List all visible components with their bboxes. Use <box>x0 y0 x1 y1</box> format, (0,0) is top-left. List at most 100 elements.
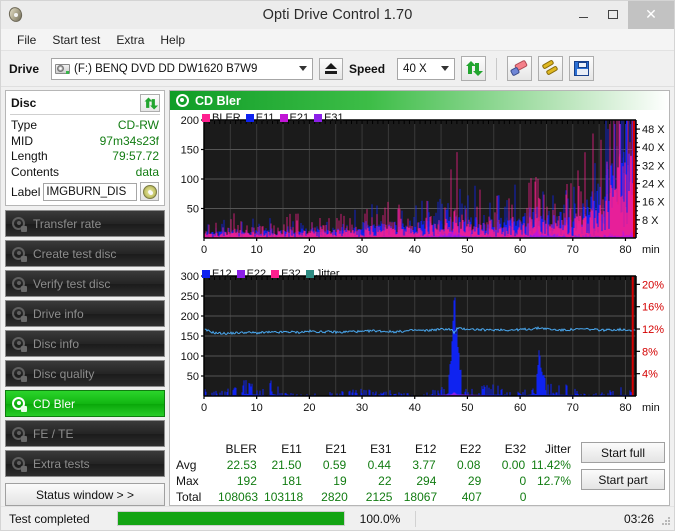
sidebar-item-extra-tests[interactable]: Extra tests <box>5 450 165 477</box>
status-message: Test completed <box>9 511 90 526</box>
progress-bar <box>117 511 345 526</box>
sidebar-item-transfer-rate[interactable]: Transfer rate <box>5 210 165 237</box>
start-full-button[interactable]: Start full <box>581 442 665 463</box>
sidebar-item-disc-quality[interactable]: Disc quality <box>5 360 165 387</box>
sidebar-item-label: CD Bler <box>33 396 76 411</box>
disc-icon <box>12 216 27 232</box>
menu-item-help[interactable]: Help <box>152 31 193 49</box>
legend-label: E32 <box>281 268 301 280</box>
sidebar-item-disc-info[interactable]: Disc info <box>5 330 165 357</box>
status-bar: Test completed 100.0% 03:26 <box>1 506 674 530</box>
legend-item-e12: E12 <box>202 268 232 280</box>
legend-item-e11: E11 <box>245 112 275 124</box>
svg-text:80: 80 <box>619 244 631 256</box>
tools-icon <box>541 59 559 76</box>
refresh-button[interactable] <box>461 56 487 81</box>
stats-col-e31: E31 <box>370 442 392 456</box>
drive-select[interactable]: (F:) BENQ DVD DD DW1620 B7W9 <box>51 57 314 80</box>
drive-label: Drive <box>9 61 40 76</box>
cd-icon <box>142 184 157 199</box>
svg-text:40: 40 <box>409 244 421 256</box>
sidebar-item-label: Verify test disc <box>33 276 111 291</box>
stats-cell: 22 <box>378 474 392 488</box>
cd-bler-top-chart[interactable]: 50 100 150 200 0 10 20 30 40 50 60 70 80 min 8 X 16 X 24… <box>170 110 674 262</box>
stats-col-e32: E32 <box>504 442 527 456</box>
stats-cell: 29 <box>467 474 482 488</box>
legend-item-e32: E32 <box>271 268 301 280</box>
disc-refresh-button[interactable] <box>140 94 160 112</box>
svg-text:10: 10 <box>251 402 263 414</box>
legend-item-e21: E21 <box>279 112 309 124</box>
disc-row-length: Length 79:57.72 <box>11 149 159 165</box>
stats-corner <box>170 441 218 457</box>
sidebar-item-create-test-disc[interactable]: Create test disc <box>5 240 165 267</box>
stats-cell: 407 <box>461 490 482 504</box>
erase-button[interactable] <box>507 56 533 81</box>
svg-text:100: 100 <box>181 351 199 363</box>
menu-item-file[interactable]: File <box>9 31 44 49</box>
cd-icon-button[interactable] <box>140 182 159 201</box>
disc-icon <box>12 456 27 472</box>
stats-cell: 0.44 <box>367 458 391 472</box>
main-area: Disc Type CD-RW MID 97m34s23f Length 79:… <box>1 87 674 506</box>
svg-text:20: 20 <box>303 402 315 414</box>
divider <box>10 114 160 115</box>
svg-text:50: 50 <box>187 204 199 216</box>
menu-item-start-test[interactable]: Start test <box>44 31 108 49</box>
refresh-icon <box>466 61 484 76</box>
stats-cell: 2820 <box>321 490 348 504</box>
disc-label-row: Label IMGBURN_DIS <box>11 182 159 201</box>
eject-icon <box>325 63 338 74</box>
svg-text:250: 250 <box>181 291 199 303</box>
svg-text:16%: 16% <box>642 302 664 314</box>
stats-cell: 3.77 <box>412 458 436 472</box>
disc-panel-header: Disc <box>6 91 164 114</box>
stats-cell: 108063 <box>218 490 259 504</box>
svg-text:24 X: 24 X <box>642 179 665 191</box>
legend-label: E31 <box>324 112 344 124</box>
legend-swatch <box>202 270 210 278</box>
save-button[interactable] <box>569 56 595 81</box>
tools-button[interactable] <box>538 56 564 81</box>
svg-text:50: 50 <box>187 371 199 383</box>
disc-contents-label: Contents <box>11 164 60 179</box>
sidebar-item-verify-test-disc[interactable]: Verify test disc <box>5 270 165 297</box>
svg-text:40: 40 <box>409 402 421 414</box>
stats-cell: 2125 <box>365 490 393 504</box>
status-window-button[interactable]: Status window > > <box>5 483 165 506</box>
legend-label: BLER <box>212 112 241 124</box>
stats-col-e11: E11 <box>281 442 302 456</box>
menu-bar: File Start test Extra Help <box>1 29 674 51</box>
stats-cell: 294 <box>416 474 437 488</box>
speed-select[interactable]: 40 X <box>397 57 456 80</box>
disc-length-label: Length <box>11 149 48 163</box>
svg-text:100: 100 <box>181 174 199 186</box>
drive-toolbar: Drive (F:) BENQ DVD DD DW1620 B7W9 Speed… <box>1 51 674 87</box>
chevron-down-icon <box>294 59 312 79</box>
speed-label: Speed <box>349 61 386 76</box>
speed-select-value: 40 X <box>403 62 427 75</box>
disc-row-mid: MID 97m34s23f <box>11 134 159 150</box>
resize-grip[interactable] <box>661 517 671 527</box>
sidebar-item-fe-te[interactable]: FE / TE <box>5 420 165 447</box>
eject-button[interactable] <box>319 57 344 80</box>
disc-icon <box>12 426 27 442</box>
disc-label-input[interactable]: IMGBURN_DIS <box>43 182 137 201</box>
disc-icon <box>176 94 189 107</box>
sidebar-item-drive-info[interactable]: Drive info <box>5 300 165 327</box>
disc-label-label: Label <box>11 184 41 199</box>
cd-bler-bottom-chart[interactable]: 50 100 150 200 250 300 0 10 20 30 40 50 60 70 80 min 4% 8… <box>170 266 674 426</box>
menu-item-extra[interactable]: Extra <box>108 31 152 49</box>
stats-cell: 19 <box>333 474 347 488</box>
legend-top: BLER E11 E21 E31 <box>202 112 344 124</box>
start-part-button[interactable]: Start part <box>581 469 665 490</box>
svg-text:150: 150 <box>181 145 199 157</box>
chevron-down-icon <box>436 59 454 79</box>
svg-text:min: min <box>642 244 660 256</box>
left-column: Disc Type CD-RW MID 97m34s23f Length 79:… <box>5 90 165 506</box>
legend-item-e31: E31 <box>314 112 344 124</box>
disc-icon <box>12 276 27 292</box>
svg-text:150: 150 <box>181 331 199 343</box>
stats-cell: 21.50 <box>271 458 302 472</box>
sidebar-item-cd-bler[interactable]: CD Bler <box>5 390 165 417</box>
